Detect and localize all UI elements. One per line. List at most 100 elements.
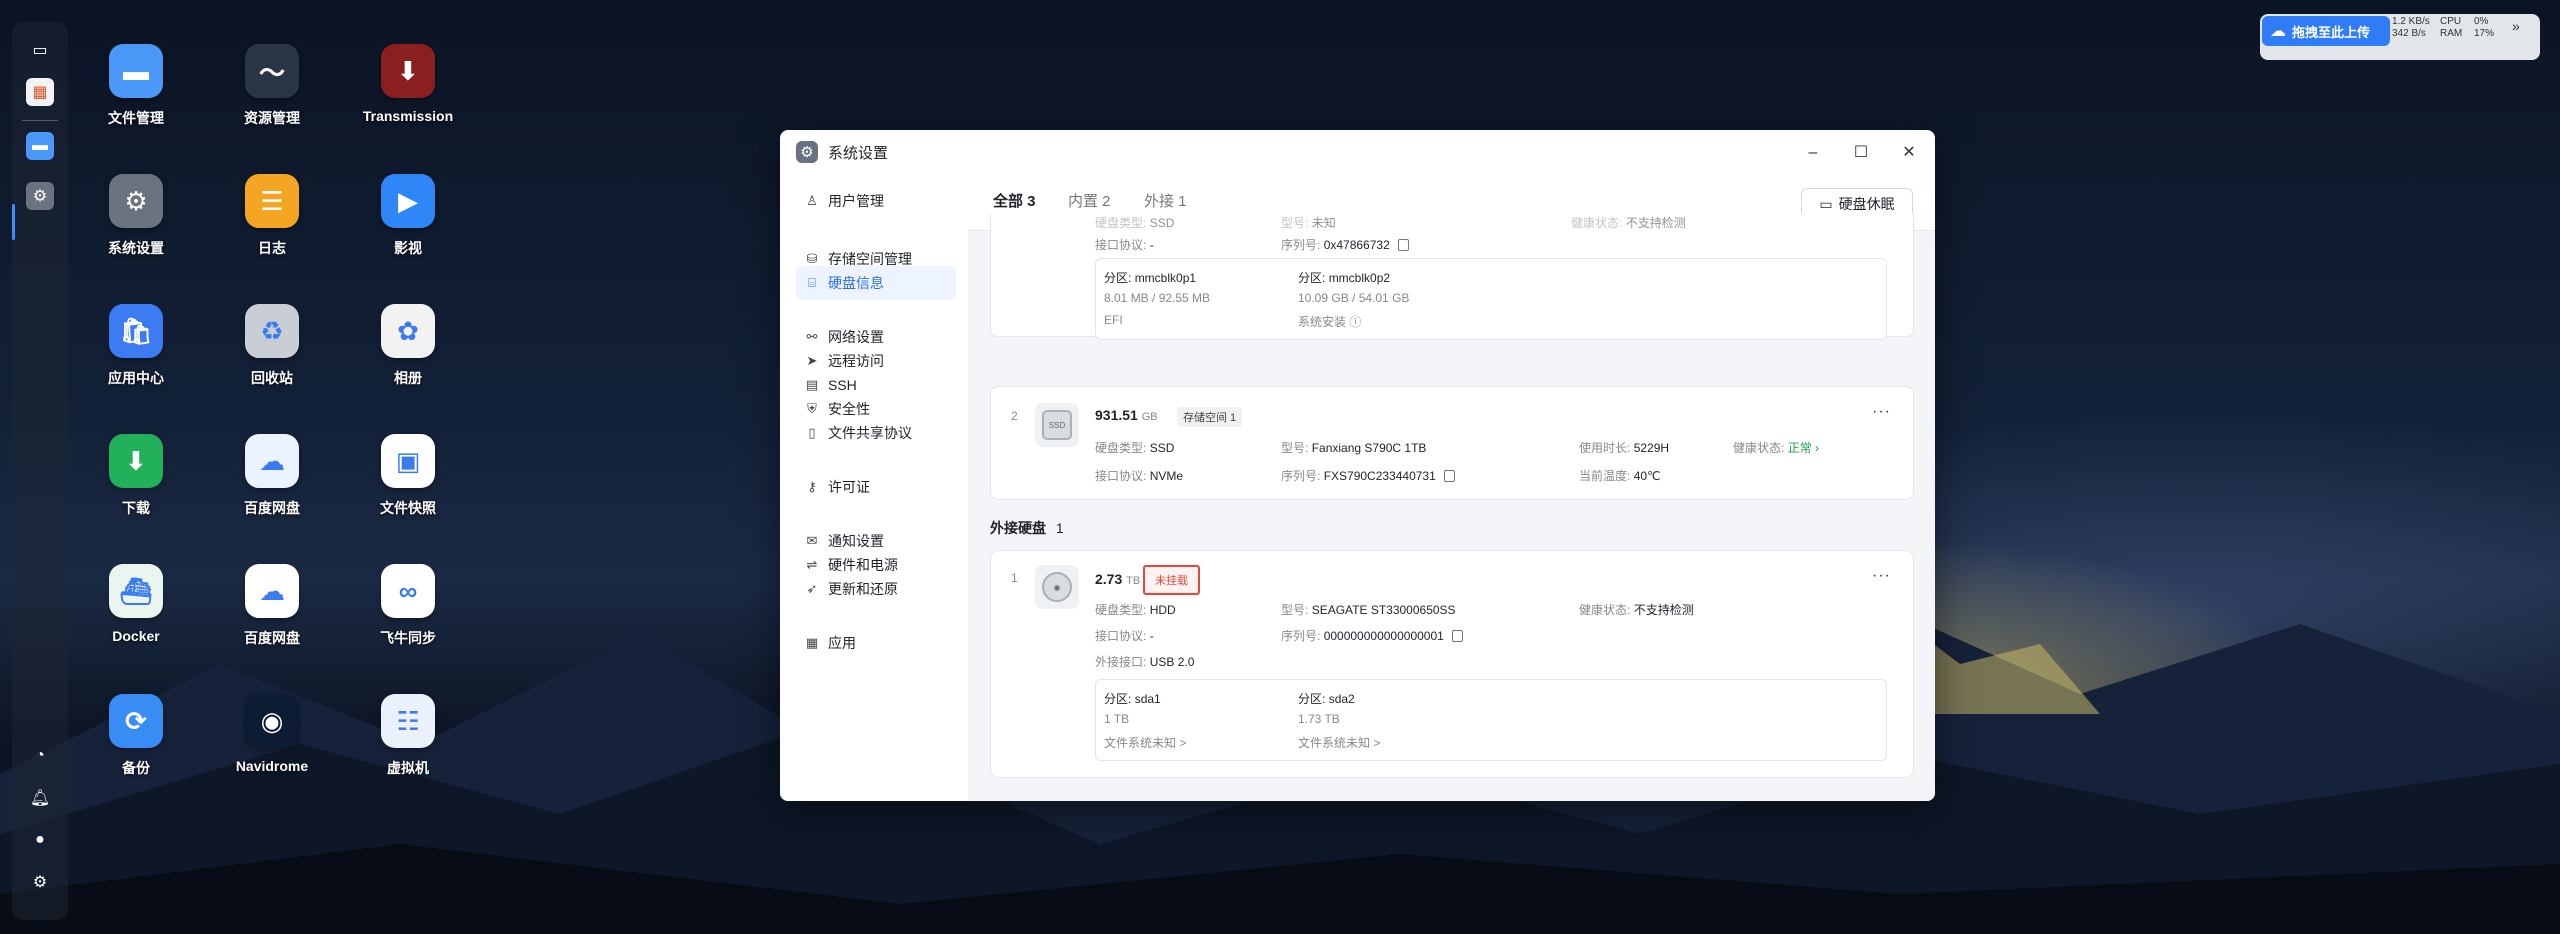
transmission-icon: ⬇	[381, 44, 435, 98]
desktop-app-5[interactable]: ▶ 影视	[348, 160, 468, 280]
bell-icon[interactable]: 🔔︎	[26, 784, 54, 812]
settings-sidebar: ♙ 用户管理 ⛁ 存储空间管理 ⌸ 硬盘信息 ⚯ 网络设置 ➤ 远程访问 ▤ SSH ⛨ 安全性 ▯ 文件共享…	[780, 174, 968, 801]
dock-active-indicator	[12, 204, 15, 240]
copy-icon[interactable]	[1451, 630, 1463, 642]
disk-interface: NVMe	[1149, 469, 1184, 483]
upload-drop-button[interactable]: ☁ 拖拽至此上传	[2262, 16, 2390, 46]
desktop-app-7[interactable]: ♻ 回收站	[212, 290, 332, 410]
key-icon: ⚷	[807, 479, 817, 494]
disk-model: Fanxiang S790C 1TB	[1311, 441, 1427, 455]
disk-serial: 000000000000000001	[1323, 629, 1444, 643]
close-button[interactable]: ✕	[1898, 142, 1920, 164]
desktop-app-14[interactable]: ∞ 飞牛同步	[348, 550, 468, 670]
monitor-icon[interactable]: ▭	[26, 36, 54, 64]
collapse-chevron-icon[interactable]: »	[2512, 19, 2520, 33]
health-label: 健康状态:	[1733, 441, 1785, 455]
disk-sleep-icon: ▭	[1819, 195, 1833, 212]
info-icon[interactable]: ⓘ	[1349, 315, 1361, 329]
desktop-app-label: 文件快照	[380, 500, 436, 516]
chevron-right-icon[interactable]: ›	[1815, 441, 1819, 455]
more-options-icon[interactable]: ···	[1872, 403, 1891, 421]
sidebar-item-0[interactable]: ♙ 用户管理	[796, 184, 956, 218]
desktop-app-label: 备份	[122, 760, 150, 776]
desktop-app-6[interactable]: 🛍︎ 应用中心	[76, 290, 196, 410]
desktop-app-1[interactable]: 〜资源管理	[212, 30, 332, 150]
file-share-icon: ▯	[808, 425, 816, 440]
net-up: 1.2 KB/s	[2392, 16, 2430, 27]
cpu-label: CPU	[2440, 16, 2462, 27]
desktop-app-label: Transmission	[362, 108, 454, 124]
copy-icon[interactable]	[1397, 239, 1409, 251]
serial-label: 序列号:	[1281, 629, 1321, 643]
partition-fs-link[interactable]: 文件系统未知 >	[1104, 734, 1186, 751]
disk-sleep-label: 硬盘休眠	[1838, 196, 1895, 212]
maximize-button[interactable]: ☐	[1850, 142, 1872, 164]
partition-name: sda2	[1328, 692, 1355, 706]
serial-label: 序列号:	[1281, 469, 1321, 483]
desktop-app-12[interactable]: ⛴ Docker	[76, 550, 196, 670]
sidebar-item-11[interactable]: ➶ 更新和还原	[796, 572, 956, 606]
disk-model: SEAGATE ST33000650SS	[1311, 603, 1456, 617]
settings-gear-icon[interactable]: ⚙	[26, 868, 54, 896]
partition-size: 1 TB	[1104, 712, 1130, 726]
minimize-button[interactable]: –	[1802, 142, 1824, 164]
desktop-app-2[interactable]: ⬇ Transmission	[348, 30, 468, 150]
user-icon[interactable]: ●	[26, 826, 54, 854]
disk-type-label: 硬盘类型:	[1095, 603, 1147, 617]
app-grid-icon[interactable]: ▦	[26, 78, 54, 106]
partition-name: sda1	[1134, 692, 1161, 706]
serial-label: 序列号:	[1281, 238, 1321, 252]
mail-icon: ✉	[806, 533, 818, 548]
sidebar-item-12[interactable]: ▦ 应用	[796, 626, 956, 660]
desktop-app-10[interactable]: ☁ 百度网盘	[212, 420, 332, 540]
gear-icon: ⚙	[796, 141, 818, 163]
folder-icon[interactable]: ▬	[26, 132, 54, 160]
disk-temperature: 40℃	[1633, 469, 1661, 483]
store-icon: 🛍︎	[109, 304, 163, 358]
window-titlebar[interactable]: ⚙ 系统设置 – ☐ ✕	[780, 130, 1935, 174]
network-stats: 1.2 KB/s 342 B/s	[2392, 16, 2430, 40]
sidebar-item-2[interactable]: ⌸ 硬盘信息	[796, 266, 956, 300]
sidebar-item-label: 用户管理	[828, 193, 884, 209]
cpu-value: 0%	[2474, 16, 2489, 27]
hdd-icon: ◉	[1035, 565, 1079, 609]
support-icon[interactable]: ◔	[26, 742, 54, 770]
disk-health[interactable]: 正常	[1788, 441, 1812, 455]
sidebar-item-8[interactable]: ⚷ 许可证	[796, 470, 956, 504]
desktop-app-17[interactable]: ☷ 虚拟机	[348, 680, 468, 800]
ssd-icon: SSD	[1035, 403, 1079, 447]
copy-icon[interactable]	[1443, 470, 1455, 482]
desktop-app-15[interactable]: ⟳ 备份	[76, 680, 196, 800]
desktop-app-label: 百度网盘	[244, 630, 300, 646]
desktop-app-0[interactable]: ▬ 文件管理	[76, 30, 196, 150]
disk-capacity: 2.73	[1095, 571, 1123, 587]
external-disks-heading: 外接硬盘 1	[990, 518, 1064, 538]
more-options-icon[interactable]: ···	[1872, 567, 1891, 585]
temp-label: 当前温度:	[1579, 469, 1631, 483]
disk-index: 2	[1011, 409, 1018, 423]
docker-icon: ⛴	[109, 564, 163, 618]
desktop-app-label: 虚拟机	[387, 760, 429, 776]
section-title: 外接硬盘	[990, 520, 1046, 536]
sidebar-item-7[interactable]: ▯ 文件共享协议	[796, 416, 956, 450]
desktop-app-16[interactable]: ◉ Navidrome	[212, 680, 332, 800]
gear-icon[interactable]: ⚙	[26, 182, 54, 210]
desktop-app-3[interactable]: ⚙ 系统设置	[76, 160, 196, 280]
partition-label: 分区:	[1298, 692, 1326, 706]
storage-pool-badge[interactable]: 存储空间 1	[1177, 407, 1243, 427]
disk-health: 不支持检测	[1633, 603, 1694, 617]
desktop-app-label: 相册	[394, 370, 422, 386]
desktop-app-4[interactable]: ☰ 日志	[212, 160, 332, 280]
desktop-app-9[interactable]: ⬇ 下载	[76, 420, 196, 540]
desktop-app-13[interactable]: ☁ 百度网盘	[212, 550, 332, 670]
desktop-app-8[interactable]: ✿ 相册	[348, 290, 468, 410]
desktop-app-11[interactable]: ▣ 文件快照	[348, 420, 468, 540]
partition-fs-link[interactable]: 文件系统未知 >	[1298, 734, 1380, 751]
upload-label: 拖拽至此上传	[2292, 24, 2371, 40]
ram-label: RAM	[2440, 28, 2463, 39]
disk-serial: 0x47866732	[1323, 238, 1390, 252]
disk-health: 不支持检测	[1625, 216, 1686, 230]
external-disk-card: 1 ◉ 2.73 TB 未挂载 ··· 硬盘类型: HDD 型号: SEAGAT…	[990, 550, 1914, 778]
sidebar-item-label: 许可证	[828, 479, 870, 495]
health-label: 健康状态:	[1579, 603, 1631, 617]
